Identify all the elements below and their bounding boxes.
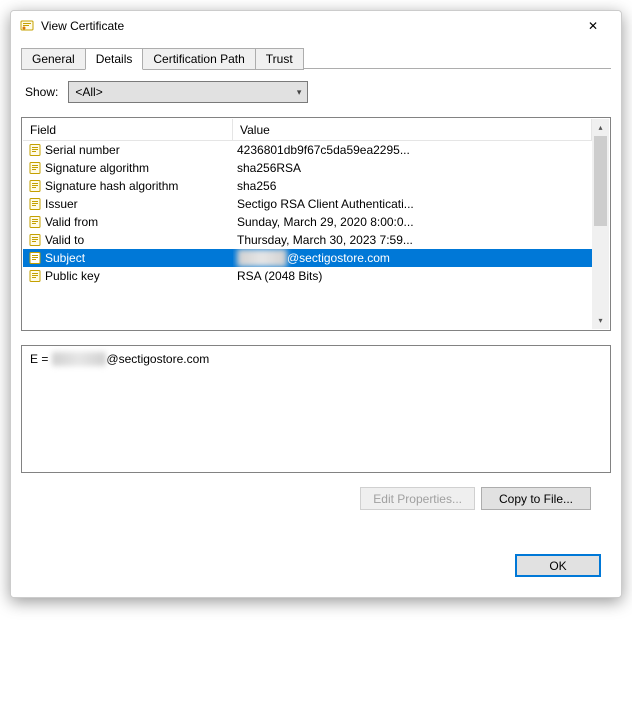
edit-properties-button: Edit Properties... [360, 487, 475, 510]
close-button[interactable]: ✕ [573, 12, 613, 40]
list-item-value: Sectigo RSA Client Authenticati... [233, 195, 592, 213]
chevron-down-icon: ▾ [297, 87, 302, 98]
certificate-field-icon [27, 214, 43, 230]
list-item-value: Thursday, March 30, 2023 7:59... [233, 231, 592, 249]
selected-item-details: E = redacted@sectigostore.com [21, 345, 611, 473]
tab-certification-path[interactable]: Certification Path [142, 48, 255, 70]
ok-label: OK [549, 559, 566, 573]
tab-cert-path-label: Certification Path [153, 52, 244, 66]
action-buttons: Edit Properties... Copy to File... [21, 487, 611, 510]
certificate-field-icon [27, 250, 43, 266]
content-area: General Details Certification Path Trust… [11, 41, 621, 597]
listview-header: Field Value [23, 119, 592, 141]
list-item-value: sha256RSA [233, 159, 592, 177]
details-prefix: E = [30, 352, 52, 366]
list-item-field: Serial number [45, 141, 233, 159]
certificate-window: View Certificate ✕ General Details Certi… [10, 10, 622, 598]
tab-details-label: Details [96, 52, 133, 66]
ok-button[interactable]: OK [515, 554, 601, 577]
tab-details[interactable]: Details [85, 48, 144, 70]
certificate-field-icon [27, 178, 43, 194]
column-header-field[interactable]: Field [23, 119, 233, 140]
show-dropdown[interactable]: <All> ▾ [68, 81, 308, 103]
certificate-field-icon [27, 232, 43, 248]
show-dropdown-value: <All> [75, 85, 102, 99]
certificate-icon [19, 18, 35, 34]
details-redacted: redacted [52, 352, 107, 366]
tab-trust[interactable]: Trust [255, 48, 304, 70]
certificate-field-icon [27, 268, 43, 284]
list-item[interactable]: Signature hash algorithmsha256 [23, 177, 592, 195]
scroll-down-button[interactable]: ▾ [592, 312, 609, 329]
column-header-value[interactable]: Value [233, 119, 592, 140]
tab-general-label: General [32, 52, 75, 66]
list-item-value: RSA (2048 Bits) [233, 267, 592, 285]
list-item-field: Public key [45, 267, 233, 285]
list-item[interactable]: Serial number4236801db9f67c5da59ea2295..… [23, 141, 592, 159]
fields-listview: Field Value Serial number4236801db9f67c5… [21, 117, 611, 331]
copy-to-file-button[interactable]: Copy to File... [481, 487, 591, 510]
edit-properties-label: Edit Properties... [373, 492, 462, 506]
scroll-up-button[interactable]: ▴ [592, 119, 609, 136]
show-row: Show: <All> ▾ [21, 81, 611, 103]
certificate-field-icon [27, 142, 43, 158]
list-item-value: 4236801db9f67c5da59ea2295... [233, 141, 592, 159]
close-icon: ✕ [588, 19, 598, 33]
list-item-value: xxxxxxx@sectigostore.com [233, 249, 592, 267]
show-label: Show: [25, 85, 58, 99]
tab-strip: General Details Certification Path Trust [21, 47, 611, 69]
list-item-value: Sunday, March 29, 2020 8:00:0... [233, 213, 592, 231]
certificate-field-icon [27, 196, 43, 212]
titlebar: View Certificate ✕ [11, 11, 621, 41]
list-item[interactable]: Valid fromSunday, March 29, 2020 8:00:0.… [23, 213, 592, 231]
list-item-field: Valid from [45, 213, 233, 231]
list-item[interactable]: Valid toThursday, March 30, 2023 7:59... [23, 231, 592, 249]
list-item-field: Signature algorithm [45, 159, 233, 177]
footer: OK [21, 550, 611, 587]
scroll-track[interactable] [592, 136, 609, 312]
details-suffix: @sectigostore.com [106, 352, 209, 366]
list-item[interactable]: Public keyRSA (2048 Bits) [23, 267, 592, 285]
list-item[interactable]: Subjectxxxxxxx@sectigostore.com [23, 249, 592, 267]
list-item[interactable]: IssuerSectigo RSA Client Authenticati... [23, 195, 592, 213]
list-item-field: Issuer [45, 195, 233, 213]
list-item[interactable]: Signature algorithmsha256RSA [23, 159, 592, 177]
copy-to-file-label: Copy to File... [499, 492, 573, 506]
listview-scrollbar[interactable]: ▴ ▾ [592, 119, 609, 329]
list-item-value: sha256 [233, 177, 592, 195]
list-item-field: Subject [45, 249, 233, 267]
scroll-thumb[interactable] [594, 136, 607, 226]
tab-trust-label: Trust [266, 52, 293, 66]
list-item-field: Valid to [45, 231, 233, 249]
tab-general[interactable]: General [21, 48, 86, 70]
list-item-field: Signature hash algorithm [45, 177, 233, 195]
certificate-field-icon [27, 160, 43, 176]
window-title: View Certificate [41, 19, 573, 33]
